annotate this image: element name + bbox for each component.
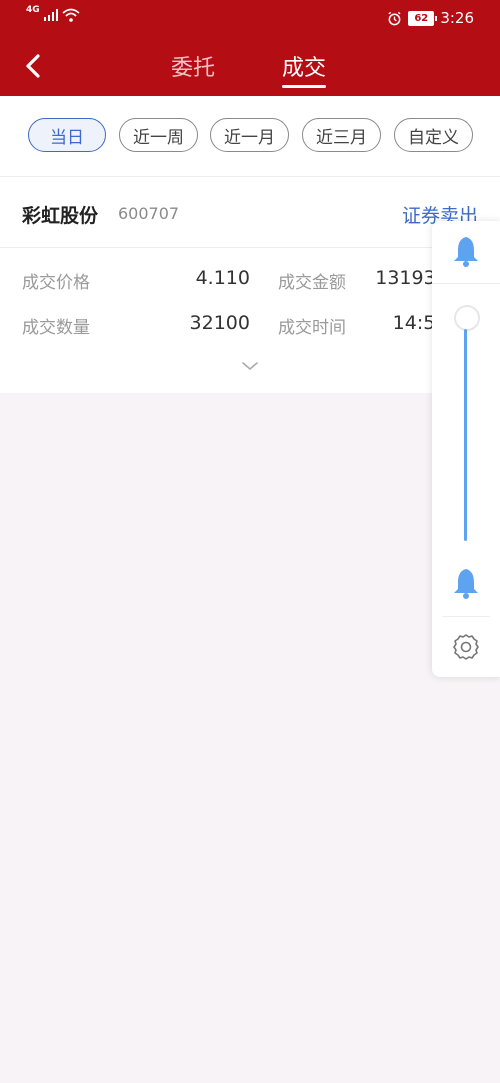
floating-side-panel [432, 221, 500, 677]
slider-track[interactable] [464, 329, 467, 541]
time-label: 成交时间 [278, 318, 346, 338]
stock-name: 彩虹股份 [22, 205, 99, 227]
network-type: 4G [26, 5, 40, 15]
date-filter-bar: 当日 近一周 近一月 近三月 自定义 [0, 96, 500, 177]
amount-label: 成交金额 [278, 273, 346, 293]
filter-three-months[interactable]: 近三月 [302, 118, 381, 152]
bell-icon-bottom[interactable] [451, 567, 481, 601]
qty-label: 成交数量 [22, 318, 90, 338]
app-header: 4G 62 3:26 委托 成交 [0, 0, 500, 96]
chevron-down-icon[interactable] [241, 360, 259, 372]
price-label: 成交价格 [22, 273, 90, 293]
panel-divider [442, 616, 490, 617]
filter-month[interactable]: 近一月 [210, 118, 289, 152]
status-right: 62 3:26 [387, 9, 474, 27]
clock: 3:26 [440, 9, 474, 27]
panel-top [432, 221, 500, 284]
bell-icon[interactable] [451, 235, 481, 269]
filter-custom[interactable]: 自定义 [394, 118, 473, 152]
filter-today[interactable]: 当日 [28, 118, 106, 152]
status-bar: 4G 62 3:26 [0, 0, 500, 36]
tab-trades[interactable]: 成交 [282, 50, 327, 88]
signal-group: 4G [26, 5, 80, 22]
gear-icon[interactable] [452, 633, 480, 661]
qty-value: 32100 [189, 312, 250, 334]
trade-card[interactable]: 彩虹股份 600707 证券卖出 成交价格 4.110 成交金额 131931.… [0, 177, 500, 393]
divider [0, 247, 500, 248]
stock-code: 600707 [118, 204, 180, 223]
filter-week[interactable]: 近一周 [119, 118, 198, 152]
price-value: 4.110 [195, 267, 250, 289]
signal-icon [43, 9, 58, 21]
back-arrow-icon[interactable] [20, 52, 48, 80]
wifi-icon [62, 8, 80, 22]
alarm-icon [388, 11, 401, 25]
tab-orders[interactable]: 委托 [171, 50, 215, 82]
slider-handle[interactable] [454, 305, 480, 331]
nav-bar: 委托 成交 [0, 36, 500, 96]
battery-icon: 62 [408, 10, 438, 26]
